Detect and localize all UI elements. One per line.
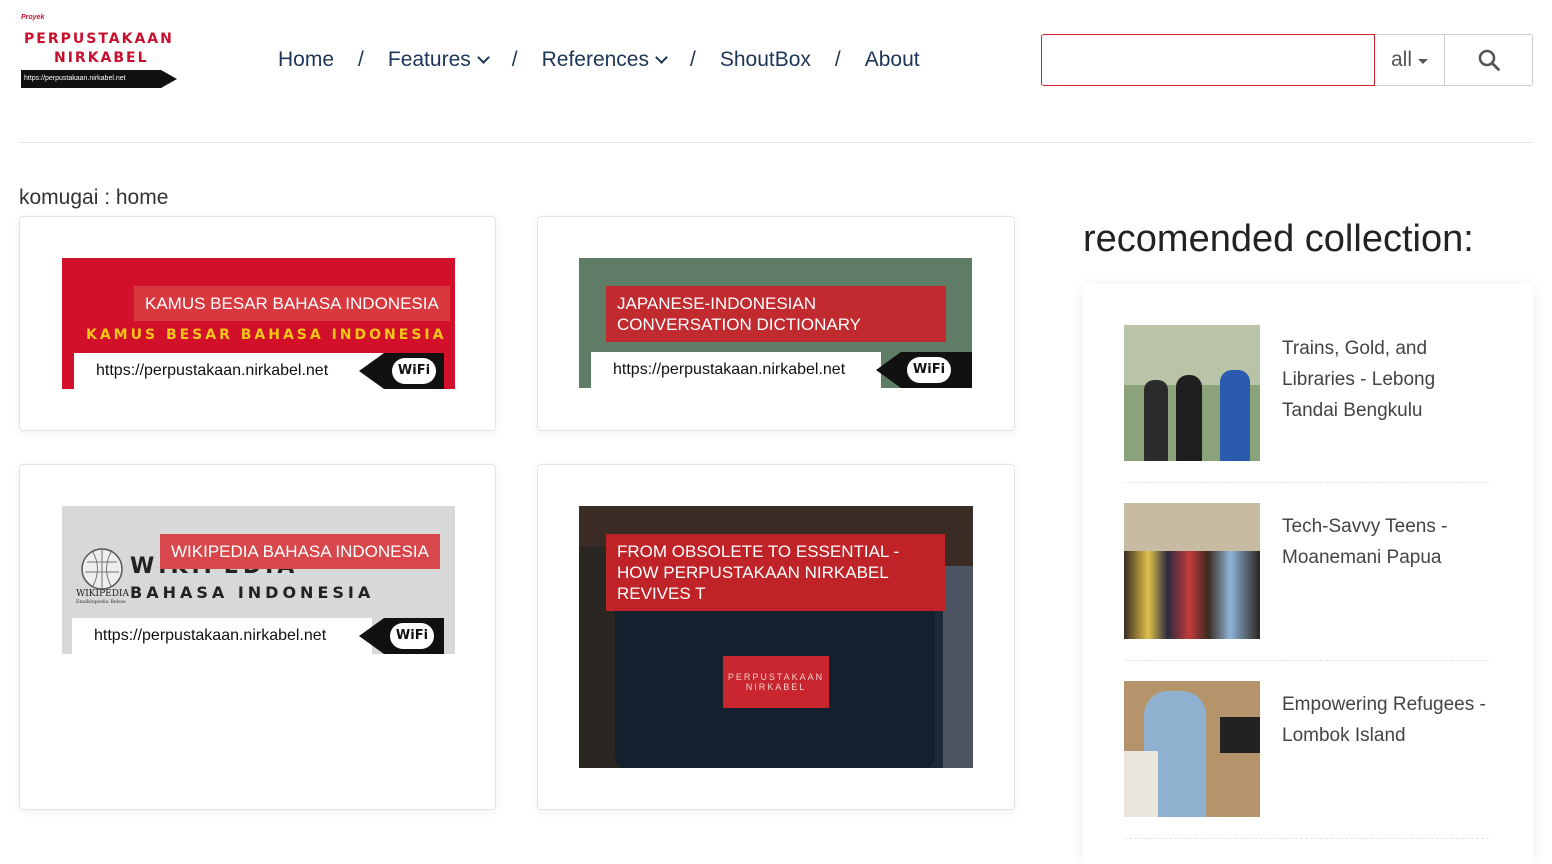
card-url-bar: https://perpustakaan.nirkabel.net (591, 352, 881, 388)
list-divider (1124, 660, 1489, 661)
wikipedia-globe-icon (81, 548, 123, 590)
recommended-thumbnail[interactable] (1124, 681, 1260, 817)
photo-crowd (1124, 551, 1260, 639)
recommended-item[interactable]: Trains, Gold, and Libraries - Lebong Tan… (1124, 325, 1489, 461)
wifi-icon: WiFi (390, 623, 434, 649)
caret-down-icon (1418, 59, 1428, 64)
nav-features-label: Features (387, 48, 471, 71)
card-thumbnail[interactable]: JAPANESE-INDONESIAN CONVERSATION DICTION… (579, 258, 972, 388)
search-scope-dropdown[interactable]: all (1375, 34, 1445, 86)
photo-person (1220, 370, 1250, 461)
recommended-thumbnail[interactable] (1124, 325, 1260, 461)
sidebar-title: recomended collection: (1083, 218, 1474, 260)
photo-box (1124, 751, 1158, 817)
card-title-tag: KAMUS BESAR BAHASA INDONESIA (134, 286, 450, 321)
nav-separator: / (511, 48, 518, 71)
nav-separator: / (834, 48, 841, 71)
card-title-tag: JAPANESE-INDONESIAN CONVERSATION DICTION… (606, 286, 946, 342)
search-input[interactable] (1041, 34, 1375, 86)
list-divider (1124, 838, 1489, 839)
wiki-subtitle: BAHASA INDONESIA (130, 583, 375, 602)
recommended-item-title[interactable]: Empowering Refugees - Lombok Island (1282, 689, 1492, 751)
card-banner-text: KAMUS BESAR BAHASA INDONESIA (86, 327, 447, 343)
card-thumbnail[interactable]: FROM OBSOLETE TO ESSENTIAL - HOW PERPUST… (579, 506, 973, 768)
nav-references-label: References (541, 48, 649, 71)
photo-person (1144, 380, 1168, 461)
logo-line-1: PERPUSTAKAAN (24, 31, 174, 47)
collection-card[interactable]: JAPANESE-INDONESIAN CONVERSATION DICTION… (537, 216, 1015, 431)
black-wedge (359, 618, 384, 654)
search-icon (1478, 49, 1500, 71)
recommended-item-title[interactable]: Tech-Savvy Teens - Moanemani Papua (1282, 511, 1492, 573)
nav-about[interactable]: About (865, 48, 920, 72)
collection-card[interactable]: WIKIPEDIA Ensiklopedia Bebas WIKIPEDIA B… (19, 464, 496, 810)
photo-wall (1124, 503, 1260, 553)
card-thumbnail[interactable]: WIKIPEDIA Ensiklopedia Bebas WIKIPEDIA B… (62, 506, 455, 654)
card-title-tag: FROM OBSOLETE TO ESSENTIAL - HOW PERPUST… (606, 534, 945, 611)
list-divider (1124, 482, 1489, 483)
nav-home[interactable]: Home (278, 48, 334, 72)
recommended-collection-list: Trains, Gold, and Libraries - Lebong Tan… (1083, 284, 1533, 864)
logo-url-strip: https://perpustakaan.nirkabel.net (21, 70, 177, 88)
photo-person (1176, 375, 1202, 461)
search-button[interactable] (1445, 34, 1533, 86)
card-thumbnail[interactable]: KAMUS BESAR BAHASA INDONESIA KAMUS BESAR… (62, 258, 455, 389)
recommended-item[interactable]: Tech-Savvy Teens - Moanemani Papua (1124, 503, 1489, 639)
search-bar: all (1041, 34, 1533, 86)
black-wedge (359, 353, 384, 389)
wifi-icon: WiFi (392, 358, 436, 384)
nav-separator: / (689, 48, 696, 71)
recommended-item[interactable]: Empowering Refugees - Lombok Island (1124, 681, 1489, 817)
nav-references[interactable]: References (541, 48, 668, 72)
header-divider (19, 142, 1533, 143)
wiki-logo-title: WIKIPEDIA (76, 589, 129, 599)
recommended-thumbnail[interactable] (1124, 503, 1260, 639)
logo-line-2: NIRKABEL (54, 50, 149, 66)
nav-separator: / (358, 48, 364, 71)
breadcrumb: komugai : home (19, 186, 169, 209)
collection-card[interactable]: KAMUS BESAR BAHASA INDONESIA KAMUS BESAR… (19, 216, 496, 431)
header: Proyek PERPUSTAKAAN NIRKABEL https://per… (0, 0, 1552, 120)
device-label: PERPUSTAKAAN NIRKABEL (723, 656, 829, 708)
black-wedge (876, 352, 901, 388)
nav-home-label: Home (278, 48, 335, 71)
photo-monitor (1220, 717, 1260, 753)
device-label-line-2: NIRKABEL (745, 682, 807, 692)
card-url-bar: https://perpustakaan.nirkabel.net (74, 353, 384, 389)
wifi-icon: WiFi (907, 357, 951, 383)
nav-about-label: About (864, 48, 920, 71)
chevron-down-icon (476, 51, 490, 64)
site-logo[interactable]: Proyek PERPUSTAKAAN NIRKABEL https://per… (21, 14, 183, 90)
card-title-tag: WIKIPEDIA BAHASA INDONESIA (160, 534, 440, 569)
main-nav: Home / Features / References / ShoutBox … (278, 44, 920, 76)
recommended-item-title[interactable]: Trains, Gold, and Libraries - Lebong Tan… (1282, 333, 1492, 426)
collection-card[interactable]: FROM OBSOLETE TO ESSENTIAL - HOW PERPUST… (537, 464, 1015, 810)
nav-shoutbox[interactable]: ShoutBox (720, 48, 811, 72)
card-url-bar: https://perpustakaan.nirkabel.net (72, 618, 372, 654)
device-label-line-1: PERPUSTAKAAN (727, 672, 825, 682)
photo-right-figure (943, 566, 973, 768)
nav-shoutbox-label: ShoutBox (719, 48, 811, 71)
wiki-logo-sub: Ensiklopedia Bebas (76, 599, 126, 605)
logo-proyek-text: Proyek (21, 14, 45, 21)
chevron-down-icon (655, 51, 668, 64)
search-scope-label: all (1390, 48, 1412, 71)
nav-features[interactable]: Features (387, 48, 490, 72)
